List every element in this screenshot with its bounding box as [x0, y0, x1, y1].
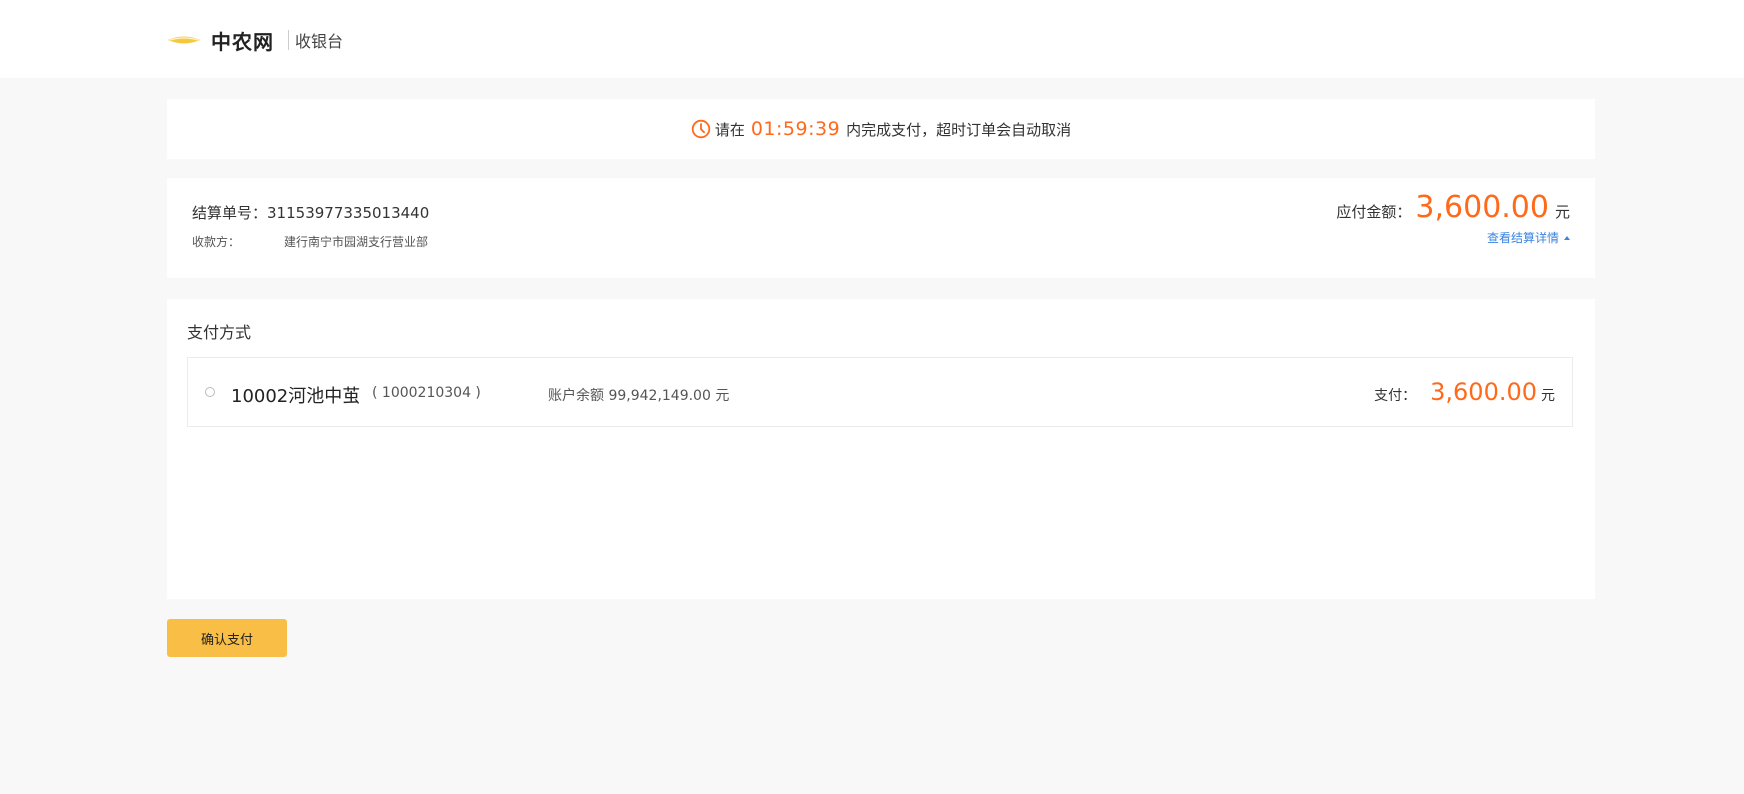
payee-name: 建行南宁市园湖支行营业部 [284, 235, 429, 249]
detail-link-label: 查看结算详情 [1486, 231, 1559, 245]
header-divider [288, 30, 289, 50]
timer-prefix: 请在 [714, 120, 745, 139]
confirm-payment-button[interactable]: 确认支付 [167, 619, 287, 657]
payee-label: 收款方： [192, 235, 241, 249]
balance-unit: 元 [715, 388, 730, 404]
order-info: 结算单号：31153977335013440 收款方： 建行南宁市园湖支行营业部 [192, 202, 429, 250]
clock-icon [691, 119, 711, 139]
view-settlement-details-link[interactable]: 查看结算详情 [1487, 229, 1570, 246]
order-number-row: 结算单号：31153977335013440 [192, 202, 429, 223]
account-number: ( 1000210304 ) [372, 385, 481, 401]
payee-row: 收款方： 建行南宁市园湖支行营业部 [192, 233, 429, 250]
order-number-label: 结算单号： [192, 204, 268, 222]
page-subtitle: 收银台 [295, 32, 344, 51]
payment-methods-panel: 支付方式 10002河池中茧 ( 1000210304 ) 账户余额 99,94… [167, 299, 1595, 599]
balance-value: 99,942,149.00 [608, 388, 711, 404]
logo[interactable]: 中农网 收银台 [167, 24, 343, 56]
payment-method-radio[interactable] [205, 387, 215, 397]
header: 中农网 收银台 [0, 0, 1744, 78]
order-summary: 结算单号：31153977335013440 收款方： 建行南宁市园湖支行营业部 … [167, 178, 1595, 278]
order-number: 31153977335013440 [267, 204, 430, 222]
amount-due-unit: 元 [1554, 203, 1570, 221]
brand-name: 中农网 [211, 29, 274, 54]
amount-info: 应付金额： 3,600.00 元 查看结算详情 [1336, 190, 1570, 246]
countdown-time: 01:59:39 [750, 118, 841, 140]
timer-suffix: 内完成支付，超时订单会自动取消 [846, 120, 1072, 139]
balance-label: 账户余额 [548, 388, 604, 404]
amount-due-row: 应付金额： 3,600.00 元 [1336, 190, 1570, 225]
amount-due-label: 应付金额： [1336, 203, 1412, 221]
account-name: 10002河池中茧 [231, 386, 361, 407]
payment-timer-bar: 请在 01:59:39 内完成支付，超时订单会自动取消 [167, 99, 1595, 159]
amount-due-value: 3,600.00 [1415, 190, 1549, 225]
caret-up-icon [1564, 235, 1570, 240]
payment-methods-title: 支付方式 [187, 323, 252, 342]
pay-amount: 支付： 3,600.00 元 [1374, 378, 1555, 406]
payment-method-item[interactable]: 10002河池中茧 ( 1000210304 ) 账户余额 99,942,149… [187, 357, 1573, 427]
pay-label: 支付： [1374, 388, 1417, 404]
account-balance: 账户余额 99,942,149.00 元 [548, 385, 729, 405]
logo-icon [167, 34, 201, 46]
pay-amount-value: 3,600.00 [1430, 378, 1537, 406]
pay-unit: 元 [1541, 388, 1555, 404]
